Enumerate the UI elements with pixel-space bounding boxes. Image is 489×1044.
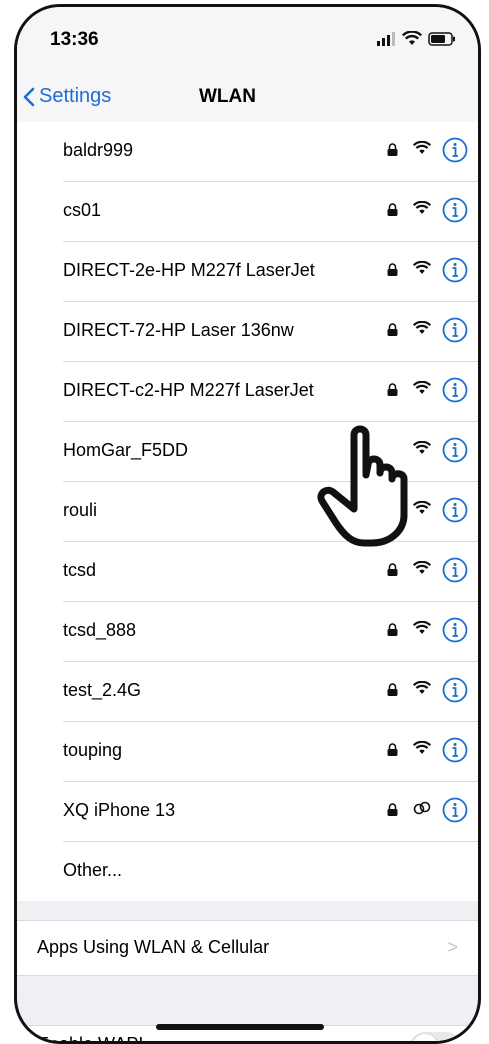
info-button[interactable] [442,437,468,468]
wifi-signal-icon [412,320,432,340]
lock-icon [387,683,398,701]
nav-bar: Settings WLAN [17,71,478,124]
signal-icon [377,31,395,46]
network-name: cs01 [63,200,102,220]
toggle-knob [412,1034,438,1041]
network-name: baldr999 [63,140,134,160]
network-row[interactable]: DIRECT-72-HP Laser 136nw [63,302,478,362]
status-time: 13:36 [50,29,99,50]
lock-icon [387,803,398,821]
info-button[interactable] [442,377,468,408]
info-button[interactable] [442,557,468,588]
wifi-signal-icon [412,740,432,760]
wifi-signal-icon [412,680,432,700]
info-button[interactable] [442,257,468,288]
enable-wapi-label: Enable WAPI [37,1034,144,1044]
info-button[interactable] [442,497,468,528]
status-icons [376,31,456,46]
lock-icon [387,563,398,581]
info-button[interactable] [442,797,468,828]
network-name: DIRECT-2e-HP M227f LaserJet [63,260,315,280]
status-bar: 13:36 [17,7,478,71]
wapi-toggle[interactable] [410,1032,462,1041]
apps-using-wlan-label: Apps Using WLAN & Cellular [37,937,270,957]
network-row[interactable]: baldr999 [63,122,478,182]
wifi-signal-icon [412,380,432,400]
wifi-signal-icon [412,260,432,280]
info-button[interactable] [442,317,468,348]
network-name: touping [63,740,123,760]
network-row[interactable]: touping [63,722,478,782]
network-row[interactable]: test_2.4G [63,662,478,722]
network-name: test_2.4G [63,680,142,700]
lock-icon [387,323,398,341]
pointing-hand-icon [317,425,408,547]
wifi-signal-icon [412,560,432,580]
other-network-row[interactable]: Other... [63,842,478,901]
wifi-status-icon [402,31,422,45]
network-name: rouli [63,500,98,520]
info-button[interactable] [442,677,468,708]
network-name: DIRECT-c2-HP M227f LaserJet [63,380,314,400]
battery-icon [428,31,455,46]
lock-icon [387,743,398,761]
network-name: DIRECT-72-HP Laser 136nw [63,320,294,340]
wifi-signal-icon [412,200,432,220]
network-name: HomGar_F5DD [63,440,189,460]
info-button[interactable] [442,137,468,168]
page-title: WLAN [199,86,256,107]
network-row[interactable]: DIRECT-c2-HP M227f LaserJet [63,362,478,422]
wifi-signal-icon [412,620,432,640]
info-button[interactable] [442,737,468,768]
link-icon [413,801,431,820]
network-row[interactable]: tcsd_888 [63,602,478,662]
apps-using-wlan-row[interactable]: Apps Using WLAN & Cellular > [17,920,478,976]
network-row[interactable]: cs01 [63,182,478,242]
network-row[interactable]: XQ iPhone 13 [63,782,478,842]
lock-icon [387,263,398,281]
network-name: XQ iPhone 13 [63,800,176,820]
home-indicator [156,1024,324,1030]
wifi-signal-icon [412,140,432,160]
info-button[interactable] [442,197,468,228]
network-row[interactable]: DIRECT-2e-HP M227f LaserJet [63,242,478,302]
other-network-label: Other... [63,860,123,880]
network-name: tcsd_888 [63,620,137,640]
info-button[interactable] [442,617,468,648]
lock-icon [387,383,398,401]
network-name: tcsd [63,560,97,580]
lock-icon [387,203,398,221]
lock-icon [387,143,398,161]
lock-icon [387,623,398,641]
chevron-right-icon: > [447,937,458,957]
